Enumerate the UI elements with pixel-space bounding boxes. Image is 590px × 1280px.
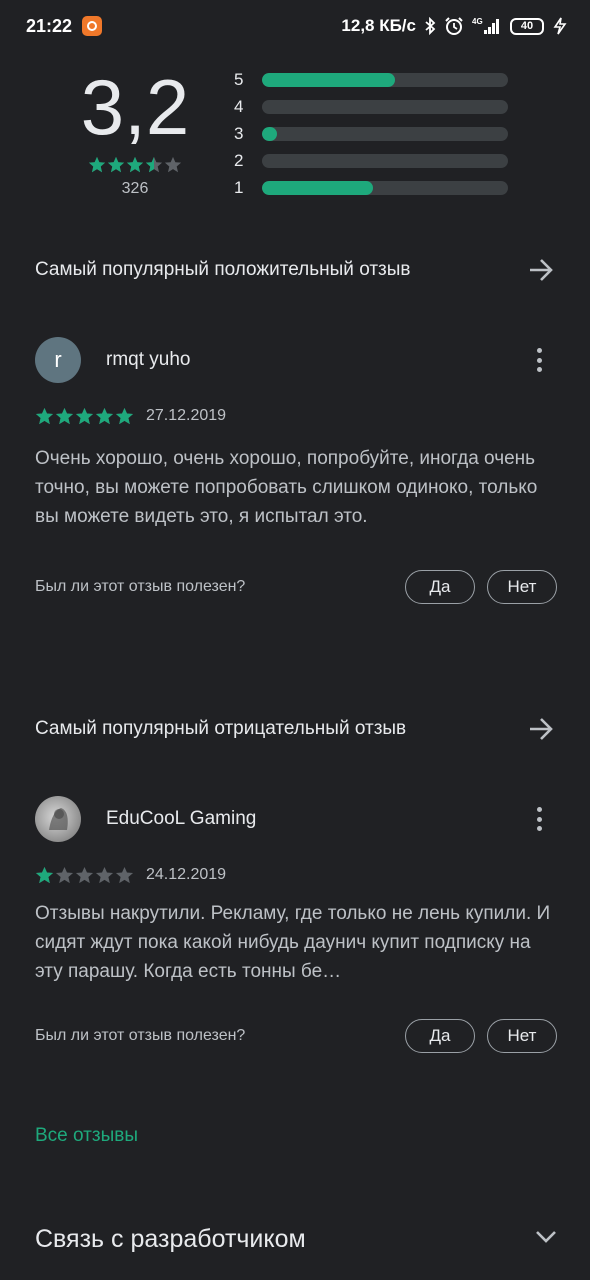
star-filled-icon xyxy=(115,407,134,424)
histogram-track xyxy=(262,180,508,195)
histogram-label: 5 xyxy=(234,69,244,89)
histogram-label: 3 xyxy=(234,123,244,143)
star-filled-icon xyxy=(55,407,74,424)
histogram-track xyxy=(262,99,508,114)
all-reviews-link[interactable]: Все отзывы xyxy=(35,1125,138,1147)
star-filled-icon xyxy=(75,407,94,424)
review-date: 24.12.2019 xyxy=(146,866,227,883)
review-stars xyxy=(35,866,134,885)
review-stars xyxy=(35,407,134,426)
star-filled-icon xyxy=(88,156,106,173)
histogram-track xyxy=(262,72,508,87)
signal-icon: 4G xyxy=(472,16,502,36)
network-type-label: 4G xyxy=(472,17,483,26)
histogram-row: 3 xyxy=(234,120,514,147)
status-bar: 21:22 12,8 КБ/с 4G 40 xyxy=(0,0,590,52)
histogram-row: 4 xyxy=(234,93,514,120)
developer-contact-row[interactable]: Связь с разработчиком xyxy=(35,1218,557,1260)
negative-review: EduCooL Gaming 24.12.2019 Отзывы накрути… xyxy=(35,795,557,1054)
star-filled-icon xyxy=(35,866,54,883)
alarm-icon xyxy=(444,16,464,36)
histogram-fill xyxy=(262,126,277,141)
charging-icon xyxy=(552,17,568,35)
rating-summary: 3,2 326 5 4 3 2 1 xyxy=(0,62,590,212)
histogram-label: 4 xyxy=(234,96,244,116)
histogram-label: 2 xyxy=(234,150,244,170)
helpful-no-button[interactable]: Нет xyxy=(487,570,557,604)
histogram-fill xyxy=(262,180,373,195)
negative-review-title: Самый популярный отрицательный отзыв xyxy=(35,718,407,739)
histogram-track xyxy=(262,153,508,168)
helpful-question: Был ли этот отзыв полезен? xyxy=(35,578,246,595)
arrow-right-icon[interactable] xyxy=(525,254,557,286)
star-empty-icon xyxy=(164,156,182,173)
histogram-row: 1 xyxy=(234,174,514,201)
average-rating: 3,2 xyxy=(80,63,190,151)
arrow-right-icon[interactable] xyxy=(525,713,557,745)
helpful-yes-button[interactable]: Да xyxy=(405,570,475,604)
status-time: 21:22 xyxy=(26,15,73,36)
more-options-icon[interactable] xyxy=(529,344,549,376)
reviewer-name: rmqt yuho xyxy=(106,349,191,370)
battery-icon: 40 xyxy=(510,17,544,35)
helpful-no-button[interactable]: Нет xyxy=(487,1019,557,1053)
positive-review: r rmqt yuho 27.12.2019 Очень хорошо, оче… xyxy=(35,336,557,605)
star-empty-icon xyxy=(95,866,114,883)
ratings-count: 326 xyxy=(121,180,149,197)
avatar: r xyxy=(35,337,81,383)
review-text: Очень хорошо, очень хорошо, попробуйте, … xyxy=(35,448,538,527)
star-filled-icon xyxy=(107,156,125,173)
star-empty-icon xyxy=(75,866,94,883)
review-text: Отзывы накрутили. Рекламу, где только не… xyxy=(35,903,551,982)
developer-contact-title: Связь с разработчиком xyxy=(35,1224,306,1253)
reviewer-name: EduCooL Gaming xyxy=(106,808,257,829)
more-options-icon[interactable] xyxy=(529,803,549,835)
chevron-down-icon[interactable] xyxy=(535,1230,557,1249)
positive-review-title: Самый популярный положительный отзыв xyxy=(35,259,411,280)
star-filled-icon xyxy=(126,156,144,173)
star-filled-icon xyxy=(35,407,54,424)
average-rating-stars xyxy=(88,156,182,174)
battery-level: 40 xyxy=(520,20,534,32)
star-empty-icon xyxy=(55,866,74,883)
helpful-question: Был ли этот отзыв полезен? xyxy=(35,1027,246,1044)
positive-review-header[interactable]: Самый популярный положительный отзыв xyxy=(35,250,557,290)
histogram-row: 2 xyxy=(234,147,514,174)
bluetooth-icon xyxy=(424,17,436,35)
helpful-yes-button[interactable]: Да xyxy=(405,1019,475,1053)
histogram-label: 1 xyxy=(234,177,244,197)
star-filled-icon xyxy=(95,407,114,424)
histogram-row: 5 xyxy=(234,66,514,93)
star-half-icon xyxy=(145,156,163,173)
rating-histogram: 5 4 3 2 1 xyxy=(234,66,514,201)
review-date: 27.12.2019 xyxy=(146,407,227,424)
avatar xyxy=(35,796,81,842)
star-empty-icon xyxy=(115,866,134,883)
histogram-fill xyxy=(262,72,395,87)
network-speed: 12,8 КБ/с xyxy=(341,16,416,35)
histogram-track xyxy=(262,126,508,141)
app-notification-icon xyxy=(82,16,103,36)
negative-review-header[interactable]: Самый популярный отрицательный отзыв xyxy=(35,709,557,749)
